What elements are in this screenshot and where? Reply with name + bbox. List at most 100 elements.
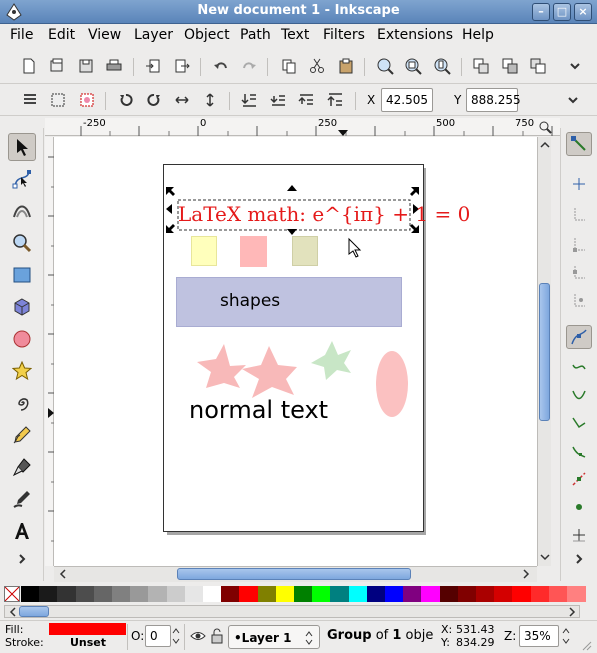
palette-swatch[interactable] (57, 586, 77, 602)
palette-swatch[interactable] (93, 586, 113, 602)
zoom-tool-icon[interactable] (8, 229, 36, 257)
snap-midpoints-icon[interactable] (566, 467, 592, 491)
palette-swatch[interactable] (403, 586, 423, 602)
palette-swatch[interactable] (112, 586, 131, 602)
zoom-field[interactable]: 35% (519, 625, 559, 647)
close-button[interactable]: × (574, 3, 592, 21)
menu-filters[interactable]: Filters (323, 27, 365, 43)
snap-toggle-icon[interactable] (566, 132, 592, 156)
menu-extensions[interactable]: Extensions (377, 27, 453, 43)
drawing-canvas[interactable]: shapes LaTeX math: e^{iπ} + 1 = 0 normal… (54, 137, 537, 566)
unlink-clone-icon[interactable] (527, 55, 549, 77)
horizontal-scrollbar[interactable] (54, 566, 537, 582)
palette-swatch[interactable] (494, 586, 514, 602)
rectangle-tool-icon[interactable] (8, 261, 36, 289)
y-field[interactable]: 888.255 (466, 88, 521, 112)
spiral-tool-icon[interactable] (8, 389, 36, 417)
duplicate-icon[interactable] (470, 55, 492, 77)
snap-bbox-centers-icon[interactable] (566, 288, 592, 312)
palette-swatch[interactable] (330, 586, 350, 602)
palette-swatch[interactable] (366, 586, 386, 602)
selector-tool-icon[interactable] (8, 133, 36, 161)
menu-text[interactable]: Text (281, 27, 309, 43)
pink-star-2[interactable] (242, 346, 297, 398)
raise-to-top-icon[interactable] (324, 89, 346, 111)
3d-box-tool-icon[interactable] (8, 293, 36, 321)
raise-icon[interactable] (295, 89, 317, 111)
no-paint-swatch[interactable] (4, 586, 20, 602)
menu-help[interactable]: Help (462, 27, 494, 43)
toolbar-overflow-chevron-icon[interactable] (564, 55, 586, 77)
palette-swatch[interactable] (294, 586, 313, 602)
snap-cusp-nodes-icon[interactable] (566, 411, 592, 435)
snap-bbox-midpoints-icon[interactable] (566, 260, 592, 284)
zoom-spinner-icon[interactable] (562, 627, 570, 645)
text-tool-icon[interactable] (8, 517, 36, 545)
palette-swatch[interactable] (275, 586, 295, 602)
toolbox-more-chevron-icon[interactable] (8, 551, 36, 567)
export-icon[interactable] (171, 55, 193, 77)
layer-visibility-eye-icon[interactable] (190, 629, 206, 643)
palette-swatch[interactable] (257, 586, 277, 602)
zoom-page-icon[interactable] (431, 55, 453, 77)
clone-icon[interactable] (499, 55, 521, 77)
palette-scroll-right-icon[interactable] (567, 607, 577, 617)
palette-scroll-thumb[interactable] (19, 606, 49, 617)
green-star[interactable] (311, 341, 351, 380)
cut-icon[interactable] (306, 55, 328, 77)
palette-swatch[interactable] (221, 586, 241, 602)
vertical-scrollbar[interactable] (537, 137, 551, 566)
palette-swatch[interactable] (130, 586, 150, 602)
menu-object[interactable]: Object (184, 27, 230, 43)
scroll-down-icon[interactable] (540, 552, 550, 562)
pencil-tool-icon[interactable] (8, 421, 36, 449)
x-field[interactable]: 42.505 (381, 88, 433, 112)
menu-file[interactable]: File (10, 27, 33, 43)
palette-swatch[interactable] (530, 586, 550, 602)
snap-rotation-center-icon[interactable] (566, 523, 592, 547)
snap-intersections-icon[interactable] (566, 383, 592, 407)
rotate-ccw-icon[interactable] (115, 89, 137, 111)
tweak-tool-icon[interactable] (8, 197, 36, 225)
pink-ellipse[interactable] (376, 351, 408, 417)
palette-swatch[interactable] (203, 586, 222, 602)
controls-overflow-chevron-icon[interactable] (562, 89, 584, 111)
scroll-left-icon[interactable] (58, 569, 68, 579)
palette-swatch[interactable] (385, 586, 404, 602)
zoom-selection-icon[interactable] (374, 55, 396, 77)
redo-icon[interactable] (238, 55, 260, 77)
snap-smooth-nodes-icon[interactable] (566, 439, 592, 463)
snap-paths-icon[interactable] (566, 355, 592, 379)
print-icon[interactable] (103, 55, 125, 77)
menu-view[interactable]: View (88, 27, 121, 43)
horizontal-scroll-thumb[interactable] (177, 568, 411, 580)
menu-edit[interactable]: Edit (48, 27, 75, 43)
lower-to-bottom-icon[interactable] (238, 89, 260, 111)
save-icon[interactable] (75, 55, 97, 77)
snap-bbox-icon[interactable] (566, 172, 592, 196)
snap-bbox-corners-icon[interactable] (566, 232, 592, 256)
palette-swatch[interactable] (75, 586, 95, 602)
latex-math-text[interactable]: LaTeX math: e^{iπ} + 1 = 0 (178, 199, 470, 229)
layer-dropdown[interactable]: •Layer 1 (228, 625, 320, 649)
undo-icon[interactable] (210, 55, 232, 77)
menu-layer[interactable]: Layer (134, 27, 173, 43)
snap-nodes-icon[interactable] (566, 325, 592, 349)
palette-scroll-left-icon[interactable] (8, 607, 18, 617)
palette-swatch[interactable] (439, 586, 459, 602)
new-document-icon[interactable] (18, 55, 40, 77)
node-tool-icon[interactable] (8, 165, 36, 193)
copy-icon[interactable] (278, 55, 300, 77)
import-icon[interactable] (142, 55, 164, 77)
scroll-right-icon[interactable] (521, 569, 531, 579)
palette-swatch[interactable] (21, 586, 40, 602)
palette-swatch[interactable] (239, 586, 259, 602)
paste-icon[interactable] (335, 55, 357, 77)
minimize-button[interactable]: – (532, 3, 550, 21)
calligraphy-tool-icon[interactable] (8, 485, 36, 513)
opacity-field[interactable]: 0 (145, 625, 171, 647)
maximize-button[interactable]: □ (553, 3, 571, 21)
flip-vertical-icon[interactable] (199, 89, 221, 111)
palette-swatch[interactable] (166, 586, 186, 602)
palette-swatch[interactable] (567, 586, 586, 602)
